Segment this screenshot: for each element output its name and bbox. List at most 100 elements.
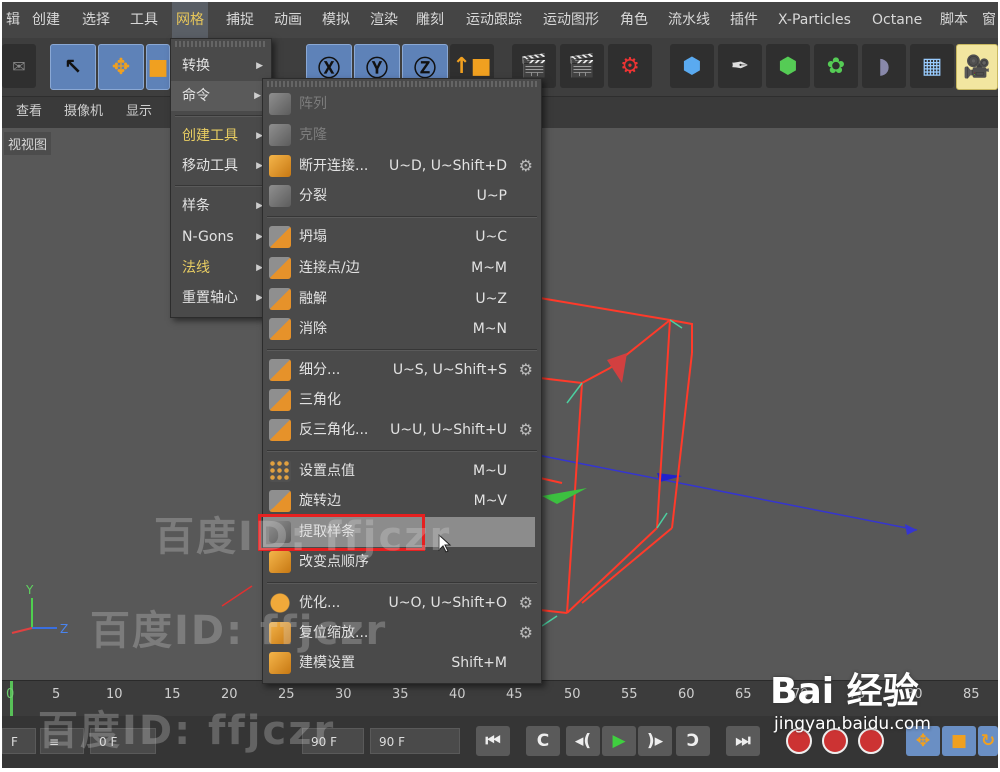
- play-icon[interactable]: ▶: [602, 726, 636, 756]
- display-menu[interactable]: 显示: [126, 97, 152, 127]
- rotation-key-icon[interactable]: ↻: [978, 726, 998, 756]
- select-tool-icon[interactable]: ↖: [50, 44, 96, 90]
- pen-icon[interactable]: ✒: [718, 44, 762, 88]
- cloner-icon[interactable]: ✿: [814, 44, 858, 88]
- cmd-collapse[interactable]: 坍塌 U~C: [263, 222, 539, 252]
- menu-tools[interactable]: 工具: [130, 2, 158, 38]
- commands-submenu: 阵列 克隆 断开连接... U~D, U~Shift+D ⚙ 分裂 U~P 坍塌 U~C…: [262, 78, 542, 684]
- next-frame-icon[interactable]: )▸: [638, 726, 672, 756]
- menu-create[interactable]: 创建: [32, 2, 60, 38]
- watermark: 百度ID: ffjczr: [154, 514, 452, 560]
- scale-tool-icon[interactable]: ■: [146, 44, 170, 90]
- watermark: 百度ID: ffjczr: [38, 708, 336, 754]
- menu-mesh[interactable]: 网格: [172, 2, 208, 38]
- menu-character[interactable]: 角色: [620, 2, 648, 38]
- triangulate-icon: [269, 389, 291, 411]
- scale-key-icon[interactable]: ■: [942, 726, 976, 756]
- cmd-connect-points-edges[interactable]: 连接点/边 M~M: [263, 253, 539, 283]
- cmd-disconnect[interactable]: 断开连接... U~D, U~Shift+D ⚙: [263, 151, 539, 181]
- mesh-menu-create-tools[interactable]: 创建工具 ▶: [171, 121, 271, 151]
- split-icon: [269, 185, 291, 207]
- menu-animate[interactable]: 动画: [274, 2, 302, 38]
- cmd-set-point-value[interactable]: 设置点值 M~U: [263, 456, 539, 486]
- mesh-menu-normals[interactable]: 法线 ▶: [171, 253, 271, 283]
- mesh-menu: 转换 ▶ 命令 ▶ 创建工具 ▶ 移动工具 ▶ 样条 ▶ N-Gons ▶ 法线 ▶ 重置轴心…: [170, 38, 272, 318]
- subdivide-icon: [269, 359, 291, 381]
- menu-script[interactable]: 脚本: [940, 2, 968, 38]
- cube-icon[interactable]: ⬢: [670, 44, 714, 88]
- cmd-dissolve[interactable]: 消除 M~N: [263, 314, 539, 344]
- undo-icon[interactable]: ✉: [2, 44, 36, 88]
- goto-start-icon[interactable]: ⏮: [476, 726, 510, 756]
- menu-octane[interactable]: Octane: [872, 2, 922, 38]
- mesh-menu-move-tools[interactable]: 移动工具 ▶: [171, 151, 271, 181]
- z-axis-label: Z: [60, 622, 69, 636]
- mesh-menu-reset-axis[interactable]: 重置轴心 ▶: [171, 283, 271, 313]
- move-tool-icon[interactable]: ✥: [98, 44, 144, 90]
- menu-motion-tracking[interactable]: 运动跟踪: [466, 2, 522, 38]
- menu-grip[interactable]: [267, 81, 537, 87]
- clone-icon: [269, 124, 291, 146]
- c4d-window: 辑 创建 选择 工具 网格 捕捉 动画 模拟 渲染 雕刻 运动跟踪 运动图形 角…: [2, 2, 998, 768]
- render-settings-icon[interactable]: ⚙: [608, 44, 652, 88]
- view-menu[interactable]: 查看: [16, 97, 42, 127]
- y-axis-label: Y: [26, 583, 34, 597]
- menu-window[interactable]: 窗: [982, 2, 996, 38]
- menu-mograph[interactable]: 运动图形: [543, 2, 599, 38]
- frame-tick: 50: [564, 687, 581, 702]
- camera-icon[interactable]: 🎥: [956, 44, 998, 90]
- collapse-icon: [269, 226, 291, 248]
- cmd-triangulate[interactable]: 三角化: [263, 385, 539, 415]
- next-key-icon[interactable]: Ↄ: [676, 726, 710, 756]
- deformer-icon[interactable]: ◗: [862, 44, 906, 88]
- frame-tick: 85: [963, 687, 980, 702]
- frame-tick: 45: [506, 687, 523, 702]
- frame-tick: 40: [449, 687, 466, 702]
- baidu-jingyan-logo: Bai 经验 jingyan.baidu.com: [770, 671, 931, 734]
- menu-edit[interactable]: 辑: [6, 2, 20, 38]
- prev-key-icon[interactable]: C: [526, 726, 560, 756]
- menu-grip[interactable]: [175, 41, 267, 47]
- prev-frame-icon[interactable]: ◂(: [566, 726, 600, 756]
- connect-icon: [269, 257, 291, 279]
- floor-icon[interactable]: ▦: [910, 44, 954, 88]
- mesh-menu-commands[interactable]: 命令 ▶: [171, 81, 269, 111]
- gear-icon[interactable]: ⚙: [519, 355, 533, 385]
- cmd-clone[interactable]: 克隆: [263, 120, 539, 150]
- gear-icon[interactable]: ⚙: [519, 588, 533, 618]
- mesh-menu-convert[interactable]: 转换 ▶: [171, 51, 271, 81]
- gear-icon[interactable]: ⚙: [519, 151, 533, 181]
- render-picture-viewer-icon[interactable]: 🎬: [560, 44, 604, 88]
- max-frame-field[interactable]: 90 F: [370, 728, 460, 754]
- frame-tick: 0: [6, 687, 15, 702]
- disconnect-icon: [269, 155, 291, 177]
- menu-xparticles[interactable]: X-Particles: [778, 2, 851, 38]
- frame-tick: 35: [392, 687, 409, 702]
- frame-tick: 60: [678, 687, 695, 702]
- menu-plugins[interactable]: 插件: [730, 2, 758, 38]
- gear-icon[interactable]: ⚙: [519, 415, 533, 445]
- array-icon: [269, 93, 291, 115]
- goto-end-icon[interactable]: ⏭: [726, 726, 760, 756]
- cmd-split[interactable]: 分裂 U~P: [263, 181, 539, 211]
- camera-menu[interactable]: 摄像机: [64, 97, 103, 127]
- subdivision-surface-icon[interactable]: ⬢: [766, 44, 810, 88]
- menu-render[interactable]: 渲染: [370, 2, 398, 38]
- menu-select[interactable]: 选择: [82, 2, 110, 38]
- gear-icon[interactable]: ⚙: [519, 618, 533, 648]
- frame-tick: 30: [335, 687, 352, 702]
- menu-simulate[interactable]: 模拟: [322, 2, 350, 38]
- mesh-menu-ngons[interactable]: N-Gons ▶: [171, 222, 271, 252]
- dissolve-icon: [269, 318, 291, 340]
- menubar: 辑 创建 选择 工具 网格 捕捉 动画 模拟 渲染 雕刻 运动跟踪 运动图形 角…: [2, 2, 998, 38]
- menu-sculpt[interactable]: 雕刻: [416, 2, 444, 38]
- cmd-subdivide[interactable]: 细分... U~S, U~Shift+S ⚙: [263, 355, 539, 385]
- cmd-melt[interactable]: 融解 U~Z: [263, 284, 539, 314]
- cmd-array[interactable]: 阵列: [263, 89, 539, 119]
- cmd-untriangulate[interactable]: 反三角化... U~U, U~Shift+U ⚙: [263, 415, 539, 445]
- mesh-menu-spline[interactable]: 样条 ▶: [171, 191, 271, 221]
- current-frame-field[interactable]: F: [2, 728, 36, 754]
- untriangulate-icon: [269, 419, 291, 441]
- menu-pipeline[interactable]: 流水线: [668, 2, 710, 38]
- menu-snap[interactable]: 捕捉: [226, 2, 254, 38]
